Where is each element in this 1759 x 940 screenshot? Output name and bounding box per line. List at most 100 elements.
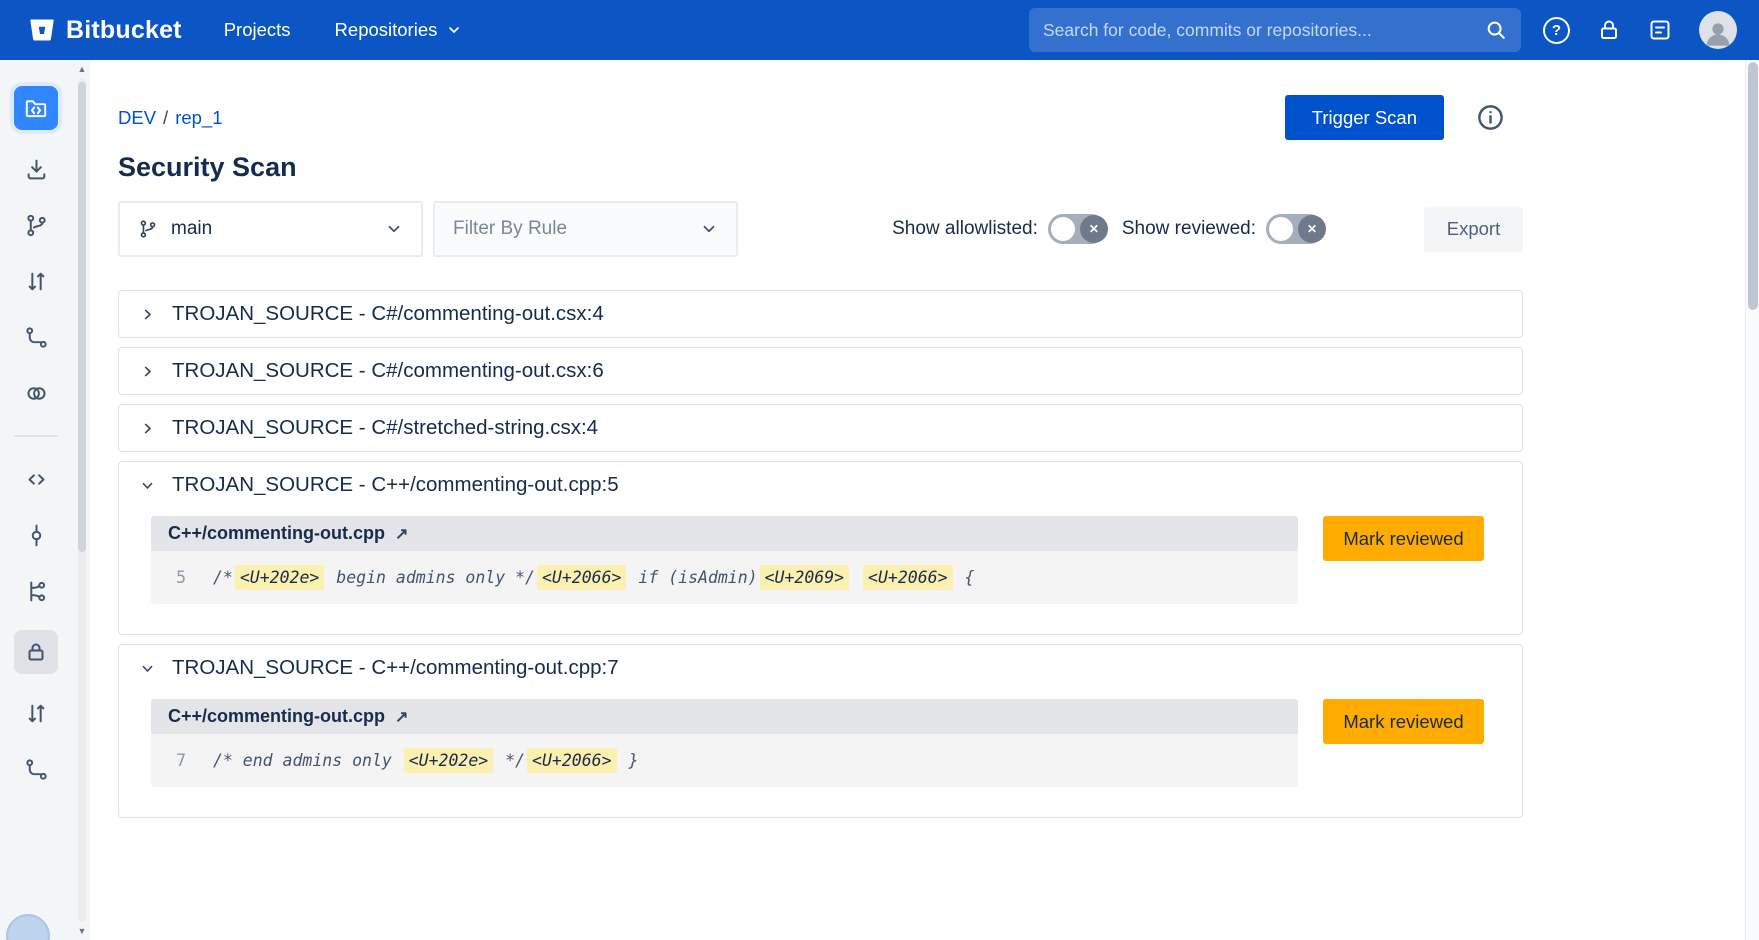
code-line: 7 /* end admins only <U+202e> */<U+2066>… <box>151 734 1298 787</box>
scroll-down-icon[interactable]: ▼ <box>76 926 88 936</box>
repo-sidebar: ▲ ▼ <box>0 60 90 940</box>
chevron-right-icon <box>140 364 155 379</box>
unicode-control-token: <U+202e> <box>235 565 324 590</box>
finding-row[interactable]: TROJAN_SOURCE - C#/commenting-out.csx:6 <box>119 348 1522 394</box>
global-search[interactable] <box>1029 8 1521 52</box>
breadcrumb-project-link[interactable]: DEV <box>118 107 156 128</box>
commit-graph-icon[interactable] <box>19 518 53 552</box>
app-shell: ▲ ▼ DEV/rep_1 Trigger Scan Security Scan <box>0 60 1759 940</box>
compare-icon[interactable] <box>19 320 53 354</box>
finding-row[interactable]: TROJAN_SOURCE - C++/commenting-out.cpp:5 <box>119 462 1522 508</box>
external-link-icon[interactable]: ↗ <box>395 707 408 727</box>
code-text-segment: /* <box>213 568 233 587</box>
compare-icon-2[interactable] <box>19 752 53 786</box>
finding-card-expanded: TROJAN_SOURCE - C++/commenting-out.cpp:5… <box>118 461 1523 635</box>
mark-reviewed-button[interactable]: Mark reviewed <box>1323 699 1484 744</box>
finding-row[interactable]: TROJAN_SOURCE - C++/commenting-out.cpp:7 <box>119 645 1522 691</box>
code-content: /*<U+202e> begin admins only */<U+2066> … <box>213 568 974 587</box>
page-scrollbar[interactable] <box>1745 60 1759 940</box>
sidebar-divider <box>14 435 58 437</box>
page-scroll-thumb[interactable] <box>1748 62 1758 310</box>
unicode-control-token: <U+2066> <box>537 565 626 590</box>
code-text-segment <box>851 568 861 587</box>
code-text-segment: begin admins only */ <box>326 568 535 587</box>
forks-icon[interactable] <box>19 376 53 410</box>
toggle-knob <box>1051 217 1075 241</box>
code-text-segment: } <box>619 751 639 770</box>
line-number: 7 <box>168 751 186 770</box>
finding-card: TROJAN_SOURCE - C#/commenting-out.csx:4 <box>118 290 1523 338</box>
unicode-control-token: <U+2066> <box>863 565 952 590</box>
lock-icon[interactable] <box>1597 18 1621 42</box>
branch-selected-value: main <box>171 218 212 240</box>
nav-repositories[interactable]: Repositories <box>335 19 463 41</box>
finding-card: TROJAN_SOURCE - C#/stretched-string.csx:… <box>118 404 1523 452</box>
nav-repositories-label: Repositories <box>335 19 438 41</box>
page-header-row: DEV/rep_1 Trigger Scan <box>118 95 1523 140</box>
external-link-icon[interactable]: ↗ <box>395 524 408 544</box>
finding-detail: C++/commenting-out.cpp ↗ 5 /*<U+202e> be… <box>119 508 1522 634</box>
search-icon[interactable] <box>1485 19 1507 41</box>
code-line: 5 /*<U+202e> begin admins only */<U+2066… <box>151 551 1298 604</box>
chevron-right-icon <box>140 421 155 436</box>
source-code-icon[interactable] <box>19 462 53 496</box>
breadcrumb-repo-link[interactable]: rep_1 <box>175 107 222 128</box>
code-text-segment: */ <box>495 751 525 770</box>
pull-request-icon-2[interactable] <box>19 696 53 730</box>
navbar-icons: ? <box>1543 11 1737 49</box>
nav-projects-label: Projects <box>224 19 291 41</box>
page-title: Security Scan <box>118 152 1523 183</box>
partially-visible-avatar <box>6 914 50 940</box>
clone-icon[interactable] <box>19 152 53 186</box>
branches-icon[interactable] <box>19 574 53 608</box>
finding-card: TROJAN_SOURCE - C#/commenting-out.csx:6 <box>118 347 1523 395</box>
search-input[interactable] <box>1043 20 1485 41</box>
show-reviewed-toggle[interactable]: ✕ <box>1266 214 1324 244</box>
main-content: DEV/rep_1 Trigger Scan Security Scan mai… <box>90 60 1759 940</box>
scroll-up-icon[interactable]: ▲ <box>76 64 88 74</box>
mark-reviewed-button[interactable]: Mark reviewed <box>1323 516 1484 561</box>
show-allowlisted-label: Show allowlisted: <box>892 218 1038 240</box>
file-name-link[interactable]: C++/commenting-out.cpp <box>168 706 385 727</box>
sidebar-scrollbar[interactable]: ▲ ▼ <box>76 64 88 936</box>
finding-card-expanded: TROJAN_SOURCE - C++/commenting-out.cpp:7… <box>118 644 1523 818</box>
rule-filter-placeholder: Filter By Rule <box>453 218 567 240</box>
chevron-down-icon <box>446 22 462 38</box>
help-icon[interactable]: ? <box>1543 17 1570 44</box>
branch-icon <box>138 219 158 239</box>
commits-icon[interactable] <box>19 208 53 242</box>
finding-title: TROJAN_SOURCE - C#/commenting-out.csx:6 <box>172 359 604 383</box>
pull-requests-icon[interactable] <box>19 264 53 298</box>
header-actions: Trigger Scan <box>1285 95 1505 140</box>
file-name-link[interactable]: C++/commenting-out.cpp <box>168 523 385 544</box>
sidebar-scroll-thumb[interactable] <box>78 82 86 552</box>
brand-name: Bitbucket <box>66 16 182 45</box>
export-button[interactable]: Export <box>1424 207 1523 252</box>
toggle-off-icon: ✕ <box>1080 215 1108 243</box>
chevron-down-icon <box>140 661 155 676</box>
code-text-segment: if (isAdmin) <box>628 568 757 587</box>
code-file-header: C++/commenting-out.cpp ↗ <box>151 516 1298 551</box>
finding-row[interactable]: TROJAN_SOURCE - C#/commenting-out.csx:4 <box>119 291 1522 337</box>
toggle-knob <box>1269 217 1293 241</box>
trigger-scan-button[interactable]: Trigger Scan <box>1285 95 1444 140</box>
code-text-segment: { <box>955 568 975 587</box>
show-allowlisted-toggle[interactable]: ✕ <box>1048 214 1106 244</box>
info-icon[interactable] <box>1476 103 1505 132</box>
unicode-control-token: <U+2066> <box>527 748 616 773</box>
repo-avatar[interactable] <box>14 86 58 130</box>
bitbucket-home-link[interactable]: Bitbucket <box>28 16 182 45</box>
feedback-icon[interactable] <box>1648 18 1672 42</box>
nav-projects[interactable]: Projects <box>224 19 291 41</box>
user-avatar[interactable] <box>1699 11 1737 49</box>
finding-row[interactable]: TROJAN_SOURCE - C#/stretched-string.csx:… <box>119 405 1522 451</box>
rule-filter-selector[interactable]: Filter By Rule <box>433 201 738 257</box>
top-navbar: Bitbucket Projects Repositories ? <box>0 0 1759 60</box>
security-scan-icon[interactable] <box>14 630 58 674</box>
help-glyph: ? <box>1552 22 1561 39</box>
chevron-down-icon <box>140 478 155 493</box>
toggle-off-icon: ✕ <box>1298 215 1326 243</box>
finding-title: TROJAN_SOURCE - C#/stretched-string.csx:… <box>172 416 598 440</box>
branch-selector[interactable]: main <box>118 201 423 257</box>
toggle-group: Show allowlisted: ✕ Show reviewed: ✕ <box>892 214 1324 244</box>
